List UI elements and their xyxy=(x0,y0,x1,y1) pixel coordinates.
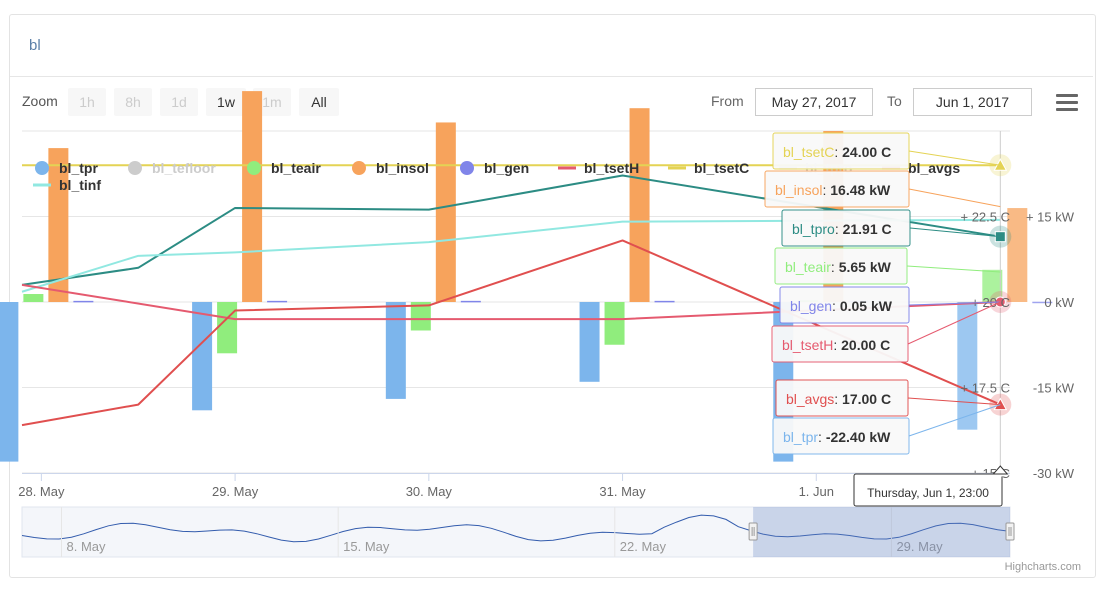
x-tick-label: 29. May xyxy=(212,484,259,499)
tooltip-bl-avgs: bl_avgs: 17.00 C xyxy=(786,391,891,407)
legend-item-bl-tpr[interactable]: bl_tpr xyxy=(59,160,98,176)
bar-bl-tpr xyxy=(579,302,600,382)
y-right-tick-label: + 15 kW xyxy=(1026,210,1075,225)
tooltip-connector xyxy=(907,301,1001,345)
tooltip-bl-tpr: bl_tpr: -22.40 kW xyxy=(783,429,891,445)
bar-bl-teair xyxy=(217,302,238,354)
legend-symbol-bl-gen xyxy=(460,161,474,175)
bar-bl-tpr xyxy=(0,302,19,462)
tooltip-bl-gen: bl_gen: 0.05 kW xyxy=(790,298,893,314)
legend-symbol-bl-tefloor xyxy=(128,161,142,175)
tooltip-bl-tpro: bl_tpro: 21.91 C xyxy=(792,221,892,237)
legend-item-bl-insol[interactable]: bl_insol xyxy=(376,160,429,176)
legend-item-bl-avgs[interactable]: bl_avgs xyxy=(908,160,960,176)
y-right-tick-label: -30 kW xyxy=(1033,466,1075,481)
legend-item-bl-tsetc[interactable]: bl_tsetC xyxy=(694,160,749,176)
bar-bl-insol xyxy=(629,108,650,302)
crosshair-label: Thursday, Jun 1, 23:00 xyxy=(867,486,989,500)
tooltip-connector xyxy=(906,265,1001,273)
bar-bl-tpr xyxy=(192,302,213,411)
legend-item-bl-tseth[interactable]: bl_tsetH xyxy=(584,160,639,176)
bar-bl-gen xyxy=(654,300,675,303)
x-tick-label: 1. Jun xyxy=(799,484,834,499)
navigator-label: 8. May xyxy=(67,539,107,554)
tooltip-bl-tseth: bl_tsetH: 20.00 C xyxy=(782,337,890,353)
bar-bl-insol xyxy=(242,91,263,302)
bar-bl-gen xyxy=(460,300,481,303)
legend-symbol-bl-teair xyxy=(247,161,261,175)
crosshair-label-mask xyxy=(994,474,1007,477)
x-tick-label: 28. May xyxy=(18,484,65,499)
legend-item-bl-tefloor[interactable]: bl_tefloor xyxy=(152,160,216,176)
chart-plot: + 15 C+ 17.5 C+ 20 C+ 22.5 C-30 kW-15 kW… xyxy=(0,91,1081,573)
x-tick-label: 31. May xyxy=(599,484,646,499)
legend-item-bl-tinf[interactable]: bl_tinf xyxy=(59,177,101,193)
bar-bl-insol xyxy=(1007,208,1028,302)
navigator-handle[interactable] xyxy=(1005,522,1015,541)
y-left-tick-label: + 17.5 C xyxy=(960,381,1010,396)
y-right-tick-label: 0 kW xyxy=(1044,295,1074,310)
navigator-handle[interactable] xyxy=(748,522,758,541)
legend-symbol-bl-insol xyxy=(352,161,366,175)
legend-item-bl-teair[interactable]: bl_teair xyxy=(271,160,321,176)
bar-bl-gen xyxy=(267,300,288,303)
x-tick-label: 30. May xyxy=(406,484,453,499)
navigator-selection[interactable] xyxy=(753,507,1010,557)
navigator-label: 22. May xyxy=(620,539,667,554)
bar-bl-tpr xyxy=(385,302,406,399)
y-right-tick-label: -15 kW xyxy=(1033,381,1075,396)
bar-bl-teair xyxy=(23,294,44,302)
bar-bl-tpr xyxy=(957,302,978,430)
tooltip-bl-teair: bl_teair: 5.65 kW xyxy=(785,259,892,275)
legend-symbol-bl-tpr xyxy=(35,161,49,175)
tooltip-connector xyxy=(908,404,1001,437)
y-left-tick-label: + 22.5 C xyxy=(960,210,1010,225)
bar-bl-insol xyxy=(435,122,456,302)
tooltip-bl-insol: bl_insol: 16.48 kW xyxy=(775,182,891,198)
tooltip-bl-tsetc: bl_tsetC: 24.00 C xyxy=(783,144,891,160)
navigator-label: 15. May xyxy=(343,539,390,554)
credits-link[interactable]: Highcharts.com xyxy=(1005,561,1081,573)
bar-bl-teair xyxy=(604,302,625,345)
bar-bl-gen xyxy=(73,300,94,303)
tooltip-connector xyxy=(908,188,1001,208)
legend-item-bl-gen[interactable]: bl_gen xyxy=(484,160,529,176)
